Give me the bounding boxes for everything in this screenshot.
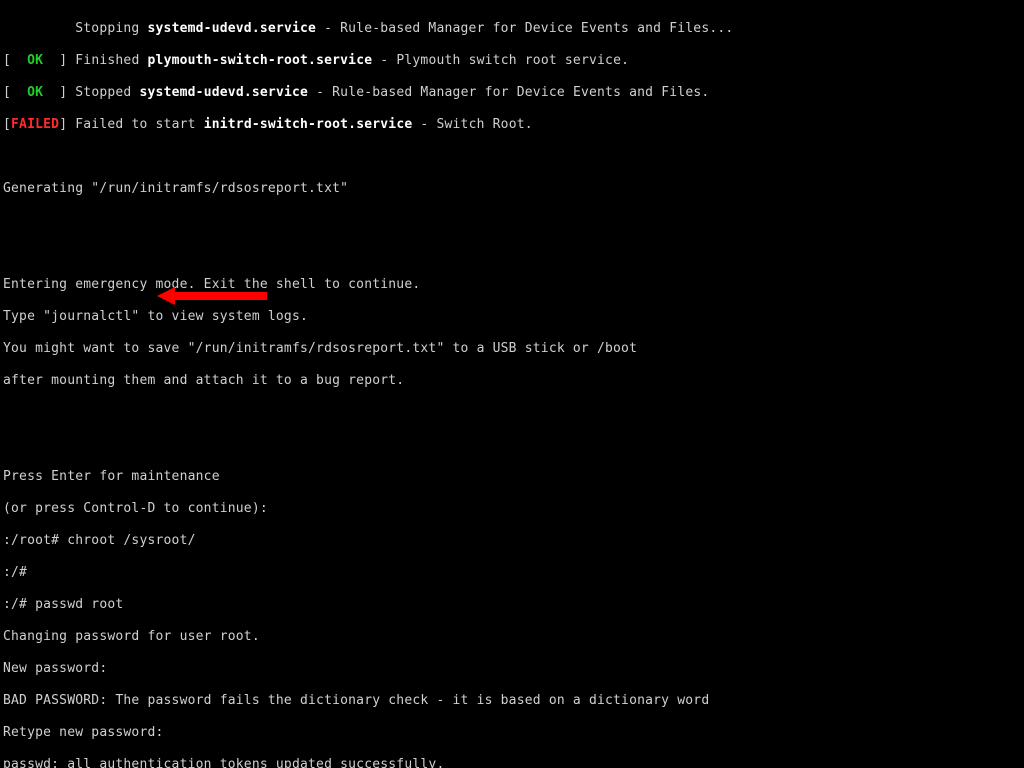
console-line: BAD PASSWORD: The password fails the dic… — [0, 693, 1024, 709]
console-line: You might want to save "/run/initramfs/r… — [0, 341, 1024, 357]
console-line: [ OK ] Stopped systemd-udevd.service - R… — [0, 85, 1024, 101]
status-ok: OK — [27, 53, 43, 68]
console-line: New password: — [0, 661, 1024, 677]
console-line: Generating "/run/initramfs/rdsosreport.t… — [0, 181, 1024, 197]
console-line: Retype new password: — [0, 725, 1024, 741]
console-line — [0, 405, 1024, 421]
console-line: Stopping systemd-udevd.service - Rule-ba… — [0, 21, 1024, 37]
console-line: :/root# chroot /sysroot/ — [0, 533, 1024, 549]
console-line — [0, 149, 1024, 165]
status-ok: OK — [27, 85, 43, 100]
console-line: Press Enter for maintenance — [0, 469, 1024, 485]
service-name: plymouth-switch-root.service — [148, 53, 373, 68]
console-line: :/# passwd root — [0, 597, 1024, 613]
status-failed: FAILED — [11, 117, 59, 132]
console-line — [0, 245, 1024, 261]
service-name: systemd-udevd.service — [147, 21, 316, 36]
console-line: after mounting them and attach it to a b… — [0, 373, 1024, 389]
console-line: Entering emergency mode. Exit the shell … — [0, 277, 1024, 293]
service-name: systemd-udevd.service — [140, 85, 309, 100]
console-line: :/# — [0, 565, 1024, 581]
console-line: [ OK ] Finished plymouth-switch-root.ser… — [0, 53, 1024, 69]
console-line: Changing password for user root. — [0, 629, 1024, 645]
console-line — [0, 213, 1024, 229]
service-name: initrd-switch-root.service — [204, 117, 413, 132]
console-line — [0, 437, 1024, 453]
console-line: Type "journalctl" to view system logs. — [0, 309, 1024, 325]
console-line: (or press Control-D to continue): — [0, 501, 1024, 517]
console-line: passwd: all authentication tokens update… — [0, 757, 1024, 768]
terminal-output[interactable]: Stopping systemd-udevd.service - Rule-ba… — [0, 0, 1024, 768]
console-line: [FAILED] Failed to start initrd-switch-r… — [0, 117, 1024, 133]
